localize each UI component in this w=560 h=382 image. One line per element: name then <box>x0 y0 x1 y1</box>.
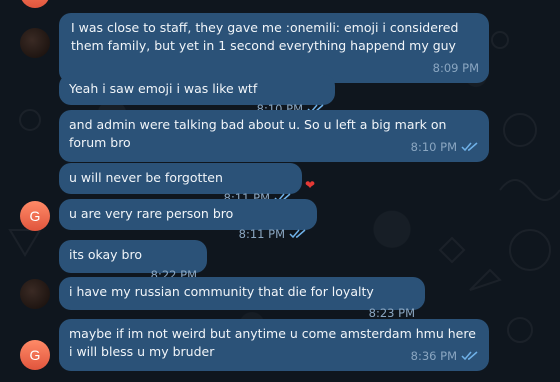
heart-reaction-icon[interactable]: ❤ <box>305 178 315 192</box>
message-bubble[interactable]: u are very rare person bro 8:11 PM <box>59 199 317 241</box>
double-check-icon <box>461 351 478 361</box>
double-check-icon <box>461 142 478 152</box>
message-bubble[interactable]: and admin were talking bad about u. So u… <box>59 110 489 162</box>
message-time: 8:36 PM <box>410 349 457 363</box>
message-meta: 8:11 PM <box>239 225 307 243</box>
message-bubble[interactable]: I was close to staff, they gave me :onem… <box>59 13 489 83</box>
avatar[interactable]: G <box>20 340 50 370</box>
avatar[interactable]: G <box>20 201 50 231</box>
message-bubble[interactable]: u will never be forgotten 8:11 PM <box>59 163 302 205</box>
message-bubble[interactable]: its okay bro 8:22 PM <box>59 240 207 282</box>
message-text: i have my russian community that die for… <box>69 284 374 299</box>
message-bubble[interactable]: maybe if im not weird but anytime u come… <box>59 319 489 371</box>
avatar[interactable] <box>20 28 50 58</box>
message-text: and admin were talking bad about u. So u… <box>69 117 447 150</box>
avatar-initial: G <box>29 347 41 363</box>
message-time: 8:11 PM <box>238 227 285 241</box>
message-text: u will never be forgotten <box>69 170 223 185</box>
message-text: I was close to staff, they gave me :onem… <box>71 20 459 53</box>
message-text: Yeah i saw emoji i was like wtf <box>69 81 258 96</box>
message-meta: 8:10 PM <box>411 138 479 156</box>
message-meta: 8:36 PM <box>411 347 479 365</box>
message-time: 8:10 PM <box>410 140 457 154</box>
avatar-initial: G <box>30 0 41 1</box>
message-text: its okay bro <box>69 247 143 262</box>
avatar-initial: G <box>29 208 41 224</box>
message-meta: 8:09 PM <box>433 59 479 77</box>
message-bubble[interactable]: Yeah i saw emoji i was like wtf 8:10 PM <box>59 74 335 116</box>
message-text: u are very rare person bro <box>69 206 234 221</box>
double-check-icon <box>289 229 306 239</box>
message-bubble[interactable]: i have my russian community that die for… <box>59 277 425 320</box>
avatar[interactable] <box>20 279 50 309</box>
message-time: 8:09 PM <box>432 61 479 75</box>
